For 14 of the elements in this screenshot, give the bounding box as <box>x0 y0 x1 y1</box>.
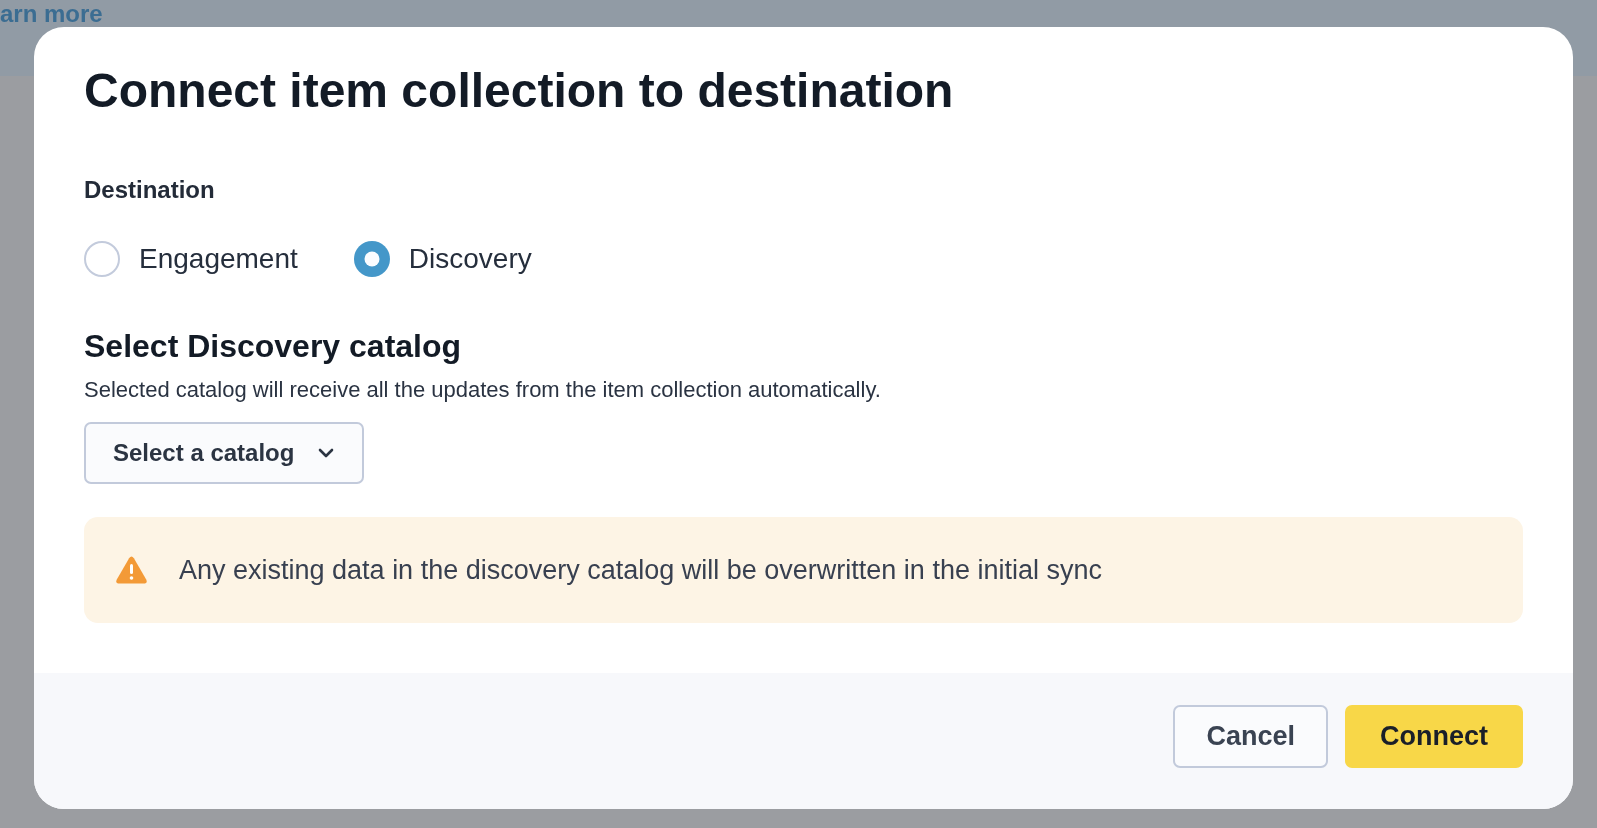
section-description: Selected catalog will receive all the updates from the item collection automatically. <box>84 376 881 404</box>
radio-icon[interactable] <box>353 241 390 277</box>
radio-option[interactable]: Engagement <box>84 241 298 277</box>
chevron-down-icon <box>318 448 335 458</box>
dialog-title: Connect item collection to destination <box>84 63 954 119</box>
radio-icon[interactable] <box>84 241 120 277</box>
cancel-button[interactable]: Cancel <box>1173 705 1328 768</box>
radio-option[interactable]: Discovery <box>353 241 532 277</box>
warning-message: Any existing data in the discovery catalog will be overwritten in the initial sync <box>179 554 1102 587</box>
warning-icon <box>116 556 147 584</box>
section-heading: Select Discovery catalog <box>84 327 462 365</box>
field-label: Destination <box>84 175 215 204</box>
catalog-dropdown[interactable]: Select a catalog <box>84 422 365 484</box>
connect-button[interactable]: Connect <box>1345 705 1523 768</box>
